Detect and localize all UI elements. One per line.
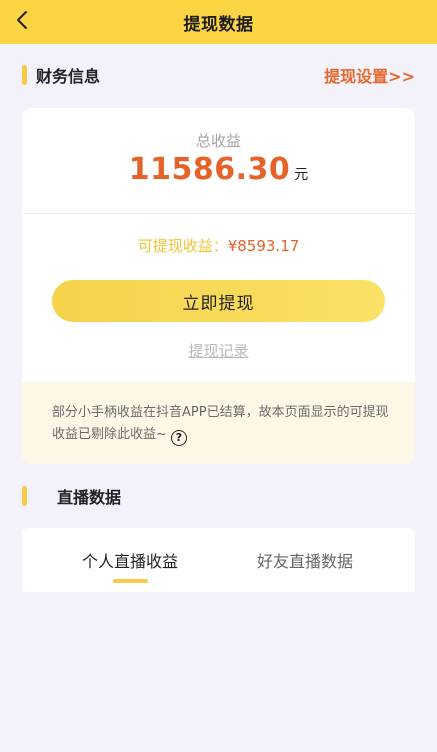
finance-section-title: 财务信息 xyxy=(36,67,101,86)
available-income-value: ¥8593.17 xyxy=(227,237,300,255)
total-income-value: 11586.30 xyxy=(128,152,291,187)
back-button[interactable] xyxy=(10,6,34,34)
question-circle-icon[interactable]: ? xyxy=(170,430,187,446)
section-marker xyxy=(22,65,27,85)
chevron-left-icon xyxy=(17,11,27,29)
finance-section-header: 财务信息 提现设置>> xyxy=(0,60,437,90)
total-income-label: 总收益 xyxy=(195,132,241,150)
page-title: 提现数据 xyxy=(183,14,254,35)
top-navigation-bar: 提现数据 xyxy=(0,0,437,44)
withdraw-now-button[interactable]: 立即提现 xyxy=(52,280,385,322)
tab-friend-live-data[interactable]: 好友直播数据 xyxy=(257,548,353,572)
live-section-title: 直播数据 xyxy=(57,488,122,507)
available-income-label: 可提现收益： xyxy=(137,237,228,255)
available-income: 可提现收益：¥8593.17 xyxy=(22,235,415,256)
active-tab-indicator xyxy=(113,579,148,583)
withdraw-settings-link[interactable]: 提现设置>> xyxy=(324,63,415,87)
total-income-row: 11586.30 元 xyxy=(22,152,415,187)
withdraw-record-link[interactable]: 提现记录 xyxy=(22,340,415,361)
section-marker xyxy=(22,486,27,506)
tab-personal-live-income[interactable]: 个人直播收益 xyxy=(82,548,178,572)
settlement-notice: 部分小手柄收益在抖音APP已结算，故本页面显示的可提现收益已剔除此收益~? xyxy=(22,382,415,464)
total-income-unit: 元 xyxy=(294,167,309,183)
settlement-notice-text: 部分小手柄收益在抖音APP已结算，故本页面显示的可提现收益已剔除此收益~ xyxy=(52,405,389,442)
live-section-header: 直播数据 xyxy=(0,481,437,511)
live-data-tabs: 个人直播收益 好友直播数据 xyxy=(22,528,415,592)
finance-card: 总收益 11586.30 元 可提现收益：¥8593.17 立即提现 提现记录 部… xyxy=(22,108,415,464)
divider xyxy=(22,213,415,214)
